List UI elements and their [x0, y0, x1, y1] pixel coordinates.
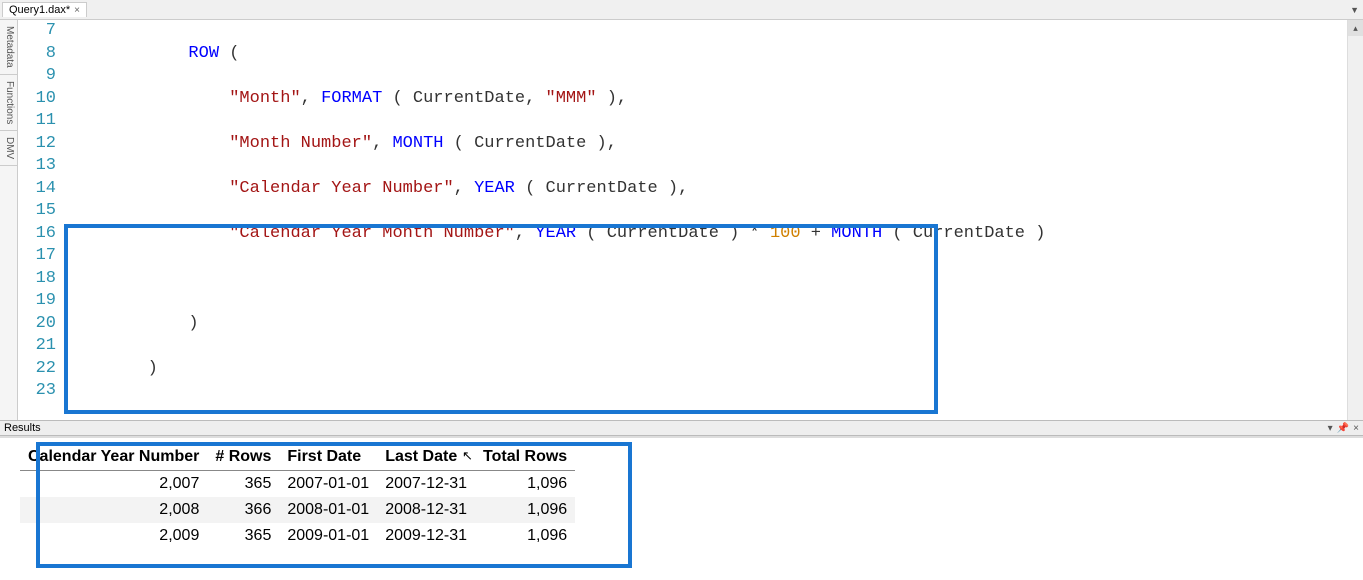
code-number: 100 — [770, 224, 801, 243]
code-function: YEAR — [474, 179, 515, 198]
code-string: "Month" — [229, 89, 300, 108]
code-function: MONTH — [392, 134, 443, 153]
vertical-scrollbar[interactable]: ▴ — [1347, 20, 1363, 420]
code-text: ), — [597, 89, 628, 108]
cell: 1,096 — [475, 523, 575, 549]
panel-pin-icon[interactable]: 📌 — [1337, 423, 1349, 434]
code-text: + — [801, 224, 832, 243]
side-tab-metadata[interactable]: Metadata — [0, 20, 17, 75]
side-tab-dmv[interactable]: DMV — [0, 131, 17, 166]
table-header-row: Calendar Year Number # Rows First Date L… — [20, 444, 575, 471]
code-function: YEAR — [535, 224, 576, 243]
cell: 2009-12-31 — [377, 523, 475, 549]
cell: 366 — [207, 497, 279, 523]
line-number: 11 — [18, 110, 56, 133]
table-row[interactable]: 2,007 365 2007-01-01 2007-12-31 1,096 — [20, 471, 575, 498]
code-text: ( CurrentDate ), — [443, 134, 616, 153]
cell: 2008-12-31 — [377, 497, 475, 523]
cell: 1,096 — [475, 471, 575, 498]
code-string: "MMM" — [546, 89, 597, 108]
col-header[interactable]: # Rows — [207, 444, 279, 471]
side-tab-functions[interactable]: Functions — [0, 75, 17, 131]
results-title: Results — [4, 422, 41, 434]
code-text: , — [301, 89, 321, 108]
cell: 2007-12-31 — [377, 471, 475, 498]
code-text — [66, 89, 229, 108]
code-function: MONTH — [831, 224, 882, 243]
code-text: ( — [219, 44, 239, 63]
cell: 2008-01-01 — [279, 497, 377, 523]
line-number: 15 — [18, 200, 56, 223]
code-text: ( CurrentDate ) * — [576, 224, 770, 243]
code-text — [66, 44, 188, 63]
line-number: 20 — [18, 313, 56, 336]
cell: 2,008 — [20, 497, 207, 523]
line-number: 23 — [18, 380, 56, 403]
main-area: Metadata Functions DMV 7 8 9 10 11 12 13… — [0, 20, 1363, 420]
line-number: 13 — [18, 155, 56, 178]
cell: 2007-01-01 — [279, 471, 377, 498]
close-icon[interactable]: × — [74, 5, 80, 16]
cell: 365 — [207, 471, 279, 498]
table-row[interactable]: 2,008 366 2008-01-01 2008-12-31 1,096 — [20, 497, 575, 523]
side-tabs: Metadata Functions DMV — [0, 20, 18, 420]
code-text: ) — [66, 314, 199, 333]
code-keyword: ROW — [188, 44, 219, 63]
cell: 2,009 — [20, 523, 207, 549]
col-header[interactable]: Last Date — [377, 444, 475, 471]
cell: 365 — [207, 523, 279, 549]
line-number: 16 — [18, 223, 56, 246]
code-text: , — [372, 134, 392, 153]
file-tab[interactable]: Query1.dax* × — [2, 2, 87, 17]
col-header[interactable]: Total Rows — [475, 444, 575, 471]
results-header: Results ▾ 📌 × — [0, 420, 1363, 436]
line-number: 9 — [18, 65, 56, 88]
code-string: "Calendar Year Month Number" — [229, 224, 515, 243]
col-header[interactable]: First Date — [279, 444, 377, 471]
code-text: , — [454, 179, 474, 198]
tab-bar: Query1.dax* × ▼ — [0, 0, 1363, 20]
cell: 1,096 — [475, 497, 575, 523]
code-text: , — [515, 224, 535, 243]
line-number: 19 — [18, 290, 56, 313]
cell: 2009-01-01 — [279, 523, 377, 549]
code-string: "Month Number" — [229, 134, 372, 153]
table-row[interactable]: 2,009 365 2009-01-01 2009-12-31 1,096 — [20, 523, 575, 549]
file-tab-label: Query1.dax* — [9, 4, 70, 16]
line-number: 14 — [18, 178, 56, 201]
line-gutter: 7 8 9 10 11 12 13 14 15 16 17 18 19 20 2… — [18, 20, 66, 420]
code-editor[interactable]: 7 8 9 10 11 12 13 14 15 16 17 18 19 20 2… — [18, 20, 1363, 420]
line-number: 22 — [18, 358, 56, 381]
panel-dropdown-icon[interactable]: ▾ — [1328, 423, 1333, 434]
editor-wrap: 7 8 9 10 11 12 13 14 15 16 17 18 19 20 2… — [18, 20, 1363, 420]
code-text: ) — [66, 359, 158, 378]
tab-dropdown-icon[interactable]: ▼ — [1350, 5, 1359, 15]
line-number: 18 — [18, 268, 56, 291]
col-header[interactable]: Calendar Year Number — [20, 444, 207, 471]
code-text: ( CurrentDate ), — [515, 179, 688, 198]
line-number: 21 — [18, 335, 56, 358]
panel-close-icon[interactable]: × — [1353, 423, 1359, 434]
results-area: Calendar Year Number # Rows First Date L… — [0, 436, 1363, 580]
results-table: Calendar Year Number # Rows First Date L… — [20, 444, 575, 549]
code-text: ( CurrentDate ) — [882, 224, 1045, 243]
code-text — [66, 224, 229, 243]
cell: 2,007 — [20, 471, 207, 498]
code-string: "Calendar Year Number" — [229, 179, 453, 198]
code-function: FORMAT — [321, 89, 382, 108]
code-text — [66, 134, 229, 153]
code-content[interactable]: ROW ( "Month", FORMAT ( CurrentDate, "MM… — [66, 20, 1363, 420]
code-text: ( CurrentDate, — [382, 89, 545, 108]
line-number: 8 — [18, 43, 56, 66]
line-number: 7 — [18, 20, 56, 43]
line-number: 17 — [18, 245, 56, 268]
code-text — [66, 179, 229, 198]
scroll-up-icon[interactable]: ▴ — [1348, 20, 1363, 36]
line-number: 10 — [18, 88, 56, 111]
line-number: 12 — [18, 133, 56, 156]
